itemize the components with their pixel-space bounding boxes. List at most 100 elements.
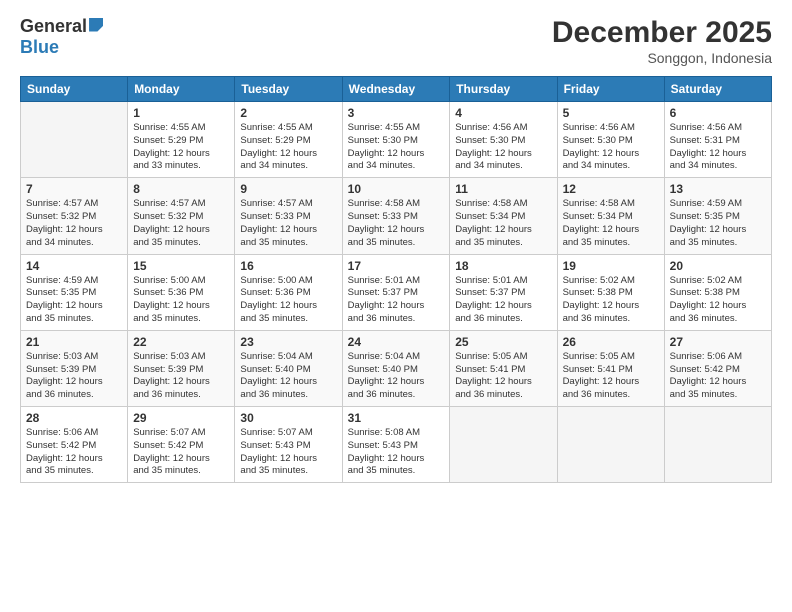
- calendar-cell: [450, 407, 557, 483]
- day-info: Sunrise: 4:56 AMSunset: 5:30 PMDaylight:…: [455, 122, 551, 173]
- day-info: Sunrise: 4:56 AMSunset: 5:31 PMDaylight:…: [670, 122, 766, 173]
- day-info: Sunrise: 4:57 AMSunset: 5:32 PMDaylight:…: [133, 198, 229, 249]
- day-number: 28: [26, 411, 122, 425]
- day-info: Sunrise: 5:06 AMSunset: 5:42 PMDaylight:…: [670, 351, 766, 402]
- calendar-cell: 12 Sunrise: 4:58 AMSunset: 5:34 PMDayligh…: [557, 178, 664, 254]
- calendar-header-monday: Monday: [128, 77, 235, 102]
- day-info: Sunrise: 5:01 AMSunset: 5:37 PMDaylight:…: [455, 275, 551, 326]
- day-number: 13: [670, 182, 766, 196]
- main-title: December 2025: [552, 16, 772, 50]
- calendar-cell: 13 Sunrise: 4:59 AMSunset: 5:35 PMDayligh…: [664, 178, 771, 254]
- calendar-cell: 5Sunrise: 4:56 AMSunset: 5:30 PMDaylight…: [557, 102, 664, 178]
- day-number: 30: [240, 411, 336, 425]
- calendar-cell: 3 Sunrise: 4:55 AMSunset: 5:30 PMDaylight…: [342, 102, 450, 178]
- day-number: 12: [563, 182, 659, 196]
- day-info: Sunrise: 4:58 AMSunset: 5:34 PMDaylight:…: [563, 198, 659, 249]
- calendar-cell: 29 Sunrise: 5:07 AMSunset: 5:42 PMDayligh…: [128, 407, 235, 483]
- calendar-header-wednesday: Wednesday: [342, 77, 450, 102]
- calendar-cell: 2 Sunrise: 4:55 AMSunset: 5:29 PMDaylight…: [235, 102, 342, 178]
- calendar-cell: 11 Sunrise: 4:58 AMSunset: 5:34 PMDayligh…: [450, 178, 557, 254]
- day-number: 2: [240, 106, 336, 120]
- calendar-cell: [664, 407, 771, 483]
- day-info: Sunrise: 4:55 AMSunset: 5:29 PMDaylight:…: [240, 122, 336, 173]
- day-number: 8: [133, 182, 229, 196]
- day-number: 24: [348, 335, 445, 349]
- calendar-header-thursday: Thursday: [450, 77, 557, 102]
- calendar-cell: 26Sunrise: 5:05 AMSunset: 5:41 PMDayligh…: [557, 330, 664, 406]
- logo-general: General: [20, 16, 87, 37]
- day-number: 31: [348, 411, 445, 425]
- day-number: 18: [455, 259, 551, 273]
- calendar-cell: 18 Sunrise: 5:01 AMSunset: 5:37 PMDayligh…: [450, 254, 557, 330]
- calendar-cell: 17Sunrise: 5:01 AMSunset: 5:37 PMDayligh…: [342, 254, 450, 330]
- day-number: 10: [348, 182, 445, 196]
- day-number: 14: [26, 259, 122, 273]
- day-info: Sunrise: 5:05 AMSunset: 5:41 PMDaylight:…: [455, 351, 551, 402]
- day-number: 15: [133, 259, 229, 273]
- day-info: Sunrise: 5:08 AMSunset: 5:43 PMDaylight:…: [348, 427, 445, 478]
- day-number: 19: [563, 259, 659, 273]
- calendar-cell: 22 Sunrise: 5:03 AMSunset: 5:39 PMDayligh…: [128, 330, 235, 406]
- day-info: Sunrise: 5:04 AMSunset: 5:40 PMDaylight:…: [240, 351, 336, 402]
- day-number: 26: [563, 335, 659, 349]
- calendar-cell: 20 Sunrise: 5:02 AMSunset: 5:38 PMDayligh…: [664, 254, 771, 330]
- calendar-cell: 25 Sunrise: 5:05 AMSunset: 5:41 PMDayligh…: [450, 330, 557, 406]
- calendar-cell: 28 Sunrise: 5:06 AMSunset: 5:42 PMDayligh…: [21, 407, 128, 483]
- day-info: Sunrise: 5:07 AMSunset: 5:43 PMDaylight:…: [240, 427, 336, 478]
- calendar-cell: 15Sunrise: 5:00 AMSunset: 5:36 PMDayligh…: [128, 254, 235, 330]
- calendar-cell: 31 Sunrise: 5:08 AMSunset: 5:43 PMDayligh…: [342, 407, 450, 483]
- logo-blue-text: Blue: [20, 37, 59, 58]
- day-number: 20: [670, 259, 766, 273]
- calendar-cell: 24 Sunrise: 5:04 AMSunset: 5:40 PMDayligh…: [342, 330, 450, 406]
- day-info: Sunrise: 4:55 AMSunset: 5:29 PMDaylight:…: [133, 122, 229, 173]
- title-block: December 2025 Songgon, Indonesia: [552, 16, 772, 66]
- day-info: Sunrise: 5:07 AMSunset: 5:42 PMDaylight:…: [133, 427, 229, 478]
- calendar-cell: 8 Sunrise: 4:57 AMSunset: 5:32 PMDaylight…: [128, 178, 235, 254]
- day-info: Sunrise: 4:55 AMSunset: 5:30 PMDaylight:…: [348, 122, 445, 173]
- day-info: Sunrise: 5:03 AMSunset: 5:39 PMDaylight:…: [133, 351, 229, 402]
- calendar-cell: 14Sunrise: 4:59 AMSunset: 5:35 PMDayligh…: [21, 254, 128, 330]
- calendar-cell: 19 Sunrise: 5:02 AMSunset: 5:38 PMDayligh…: [557, 254, 664, 330]
- calendar-header-friday: Friday: [557, 77, 664, 102]
- calendar-header-sunday: Sunday: [21, 77, 128, 102]
- header: General Blue December 2025 Songgon, Indo…: [20, 16, 772, 66]
- day-number: 9: [240, 182, 336, 196]
- calendar-cell: 21Sunrise: 5:03 AMSunset: 5:39 PMDayligh…: [21, 330, 128, 406]
- logo: General Blue: [20, 16, 103, 58]
- day-info: Sunrise: 4:57 AMSunset: 5:32 PMDaylight:…: [26, 198, 122, 249]
- calendar-header-tuesday: Tuesday: [235, 77, 342, 102]
- subtitle: Songgon, Indonesia: [552, 50, 772, 66]
- calendar-cell: 30 Sunrise: 5:07 AMSunset: 5:43 PMDayligh…: [235, 407, 342, 483]
- day-number: 7: [26, 182, 122, 196]
- day-number: 11: [455, 182, 551, 196]
- day-number: 27: [670, 335, 766, 349]
- logo-icon: [89, 18, 103, 32]
- day-number: 3: [348, 106, 445, 120]
- day-number: 6: [670, 106, 766, 120]
- day-number: 4: [455, 106, 551, 120]
- calendar: SundayMondayTuesdayWednesdayThursdayFrid…: [20, 76, 772, 483]
- day-info: Sunrise: 4:56 AMSunset: 5:30 PMDaylight:…: [563, 122, 659, 173]
- day-number: 25: [455, 335, 551, 349]
- calendar-cell: 9Sunrise: 4:57 AMSunset: 5:33 PMDaylight…: [235, 178, 342, 254]
- page: General Blue December 2025 Songgon, Indo…: [0, 0, 792, 612]
- calendar-cell: 10Sunrise: 4:58 AMSunset: 5:33 PMDayligh…: [342, 178, 450, 254]
- calendar-cell: 27 Sunrise: 5:06 AMSunset: 5:42 PMDayligh…: [664, 330, 771, 406]
- calendar-header-saturday: Saturday: [664, 77, 771, 102]
- day-info: Sunrise: 4:59 AMSunset: 5:35 PMDaylight:…: [670, 198, 766, 249]
- day-number: 1: [133, 106, 229, 120]
- day-info: Sunrise: 5:06 AMSunset: 5:42 PMDaylight:…: [26, 427, 122, 478]
- day-info: Sunrise: 5:02 AMSunset: 5:38 PMDaylight:…: [670, 275, 766, 326]
- day-number: 16: [240, 259, 336, 273]
- calendar-cell: [557, 407, 664, 483]
- day-info: Sunrise: 4:58 AMSunset: 5:34 PMDaylight:…: [455, 198, 551, 249]
- calendar-cell: 1 Sunrise: 4:55 AMSunset: 5:29 PMDaylight…: [128, 102, 235, 178]
- day-info: Sunrise: 5:02 AMSunset: 5:38 PMDaylight:…: [563, 275, 659, 326]
- day-number: 23: [240, 335, 336, 349]
- calendar-cell: 4 Sunrise: 4:56 AMSunset: 5:30 PMDaylight…: [450, 102, 557, 178]
- day-info: Sunrise: 5:04 AMSunset: 5:40 PMDaylight:…: [348, 351, 445, 402]
- day-number: 29: [133, 411, 229, 425]
- day-number: 21: [26, 335, 122, 349]
- logo-text: General: [20, 16, 103, 37]
- day-number: 22: [133, 335, 229, 349]
